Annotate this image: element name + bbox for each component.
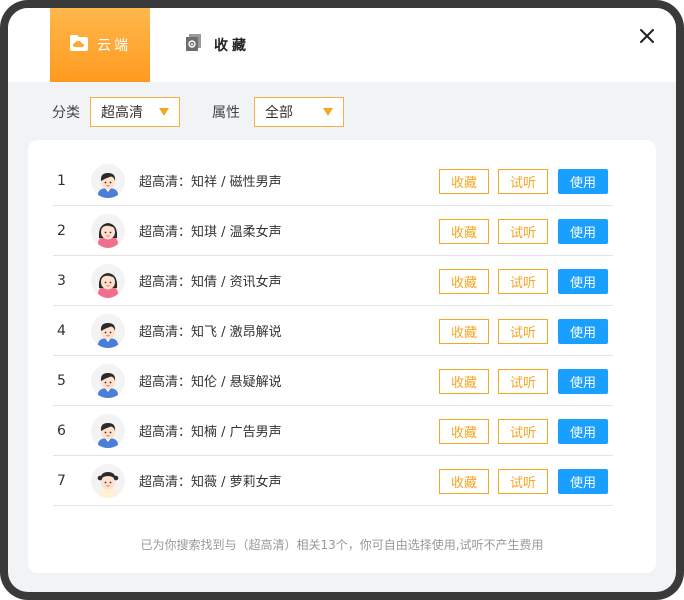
voice-label: 超高清：知祥 / 磁性男声: [139, 175, 282, 190]
avatar: [91, 464, 125, 498]
listen-button[interactable]: 试听: [498, 269, 548, 294]
favorite-button[interactable]: 收藏: [439, 369, 489, 394]
row-index: 7: [57, 472, 66, 489]
avatar: [91, 164, 125, 198]
cloud-folder-icon: [69, 34, 89, 56]
favorites-box-icon: [184, 33, 204, 57]
favorite-button[interactable]: 收藏: [439, 219, 489, 244]
voice-label: 超高清：知倩 / 资讯女声: [139, 275, 282, 290]
tab-cloud-label: 云端: [97, 38, 131, 54]
avatar: [91, 264, 125, 298]
voice-row: 3 超高清：知倩 / 资讯女声 收藏 试听 使用: [53, 256, 613, 306]
chevron-down-icon: [159, 108, 169, 116]
close-icon: [640, 28, 654, 47]
avatar: [91, 414, 125, 448]
use-button[interactable]: 使用: [558, 219, 608, 244]
listen-button[interactable]: 试听: [498, 369, 548, 394]
tab-favorites-label: 收藏: [214, 38, 250, 54]
row-index: 3: [57, 272, 66, 289]
row-index: 6: [57, 422, 66, 439]
favorite-button[interactable]: 收藏: [439, 169, 489, 194]
avatar: [91, 364, 125, 398]
voice-row: 7 超高清：知薇 / 萝莉女声 收藏 试听 使用: [53, 456, 613, 506]
voice-label: 超高清：知琪 / 温柔女声: [139, 225, 282, 240]
favorite-button[interactable]: 收藏: [439, 419, 489, 444]
row-index: 1: [57, 172, 66, 189]
voice-list-panel: 1 超高清：知祥 / 磁性男声 收藏 试听 使用 2 超高清：知琪 / 温柔女声 收藏 试听 使用…: [28, 140, 656, 573]
voice-row: 6 超高清：知楠 / 广告男声 收藏 试听 使用: [53, 406, 613, 456]
use-button[interactable]: 使用: [558, 169, 608, 194]
use-button[interactable]: 使用: [558, 319, 608, 344]
tab-cloud[interactable]: 云端: [50, 8, 150, 82]
avatar: [91, 214, 125, 248]
listen-button[interactable]: 试听: [498, 319, 548, 344]
row-index: 5: [57, 372, 66, 389]
category-select[interactable]: 超高清: [90, 97, 180, 127]
filter-bar: 分类 超高清 属性 全部: [52, 97, 344, 127]
category-value: 超高清: [101, 105, 143, 121]
close-button[interactable]: [636, 26, 658, 48]
chevron-down-icon: [323, 108, 333, 116]
favorite-button[interactable]: 收藏: [439, 269, 489, 294]
voice-library-window: 云端 收藏 分类 超高清 属性 全部 1 超高清：知祥 / 磁性男声 收藏 试听…: [8, 8, 676, 592]
voice-row: 1 超高清：知祥 / 磁性男声 收藏 试听 使用: [53, 156, 613, 206]
listen-button[interactable]: 试听: [498, 219, 548, 244]
listen-button[interactable]: 试听: [498, 169, 548, 194]
voice-row: 2 超高清：知琪 / 温柔女声 收藏 试听 使用: [53, 206, 613, 256]
favorite-button[interactable]: 收藏: [439, 469, 489, 494]
tab-favorites[interactable]: 收藏: [184, 8, 250, 82]
row-index: 4: [57, 322, 66, 339]
voice-list: 1 超高清：知祥 / 磁性男声 收藏 试听 使用 2 超高清：知琪 / 温柔女声 收藏 试听 使用…: [53, 156, 613, 506]
avatar: [91, 314, 125, 348]
attribute-label: 属性: [212, 105, 240, 121]
favorite-button[interactable]: 收藏: [439, 319, 489, 344]
voice-row: 4 超高清：知飞 / 激昂解说 收藏 试听 使用: [53, 306, 613, 356]
voice-label: 超高清：知伦 / 悬疑解说: [139, 375, 282, 390]
app-frame: 云端 收藏 分类 超高清 属性 全部 1 超高清：知祥 / 磁性男声 收藏 试听…: [0, 0, 684, 600]
header: 云端 收藏: [8, 8, 676, 82]
row-index: 2: [57, 222, 66, 239]
use-button[interactable]: 使用: [558, 369, 608, 394]
category-label: 分类: [52, 105, 80, 121]
use-button[interactable]: 使用: [558, 469, 608, 494]
result-summary: 已为你搜索找到与（超高清）相关13个，你可自由选择使用,试听不产生费用: [140, 538, 544, 552]
voice-label: 超高清：知楠 / 广告男声: [139, 425, 282, 440]
use-button[interactable]: 使用: [558, 269, 608, 294]
attribute-select[interactable]: 全部: [254, 97, 344, 127]
voice-label: 超高清：知飞 / 激昂解说: [139, 325, 282, 340]
voice-row: 5 超高清：知伦 / 悬疑解说 收藏 试听 使用: [53, 356, 613, 406]
voice-label: 超高清：知薇 / 萝莉女声: [139, 475, 282, 490]
use-button[interactable]: 使用: [558, 419, 608, 444]
listen-button[interactable]: 试听: [498, 419, 548, 444]
listen-button[interactable]: 试听: [498, 469, 548, 494]
attribute-value: 全部: [265, 105, 293, 121]
